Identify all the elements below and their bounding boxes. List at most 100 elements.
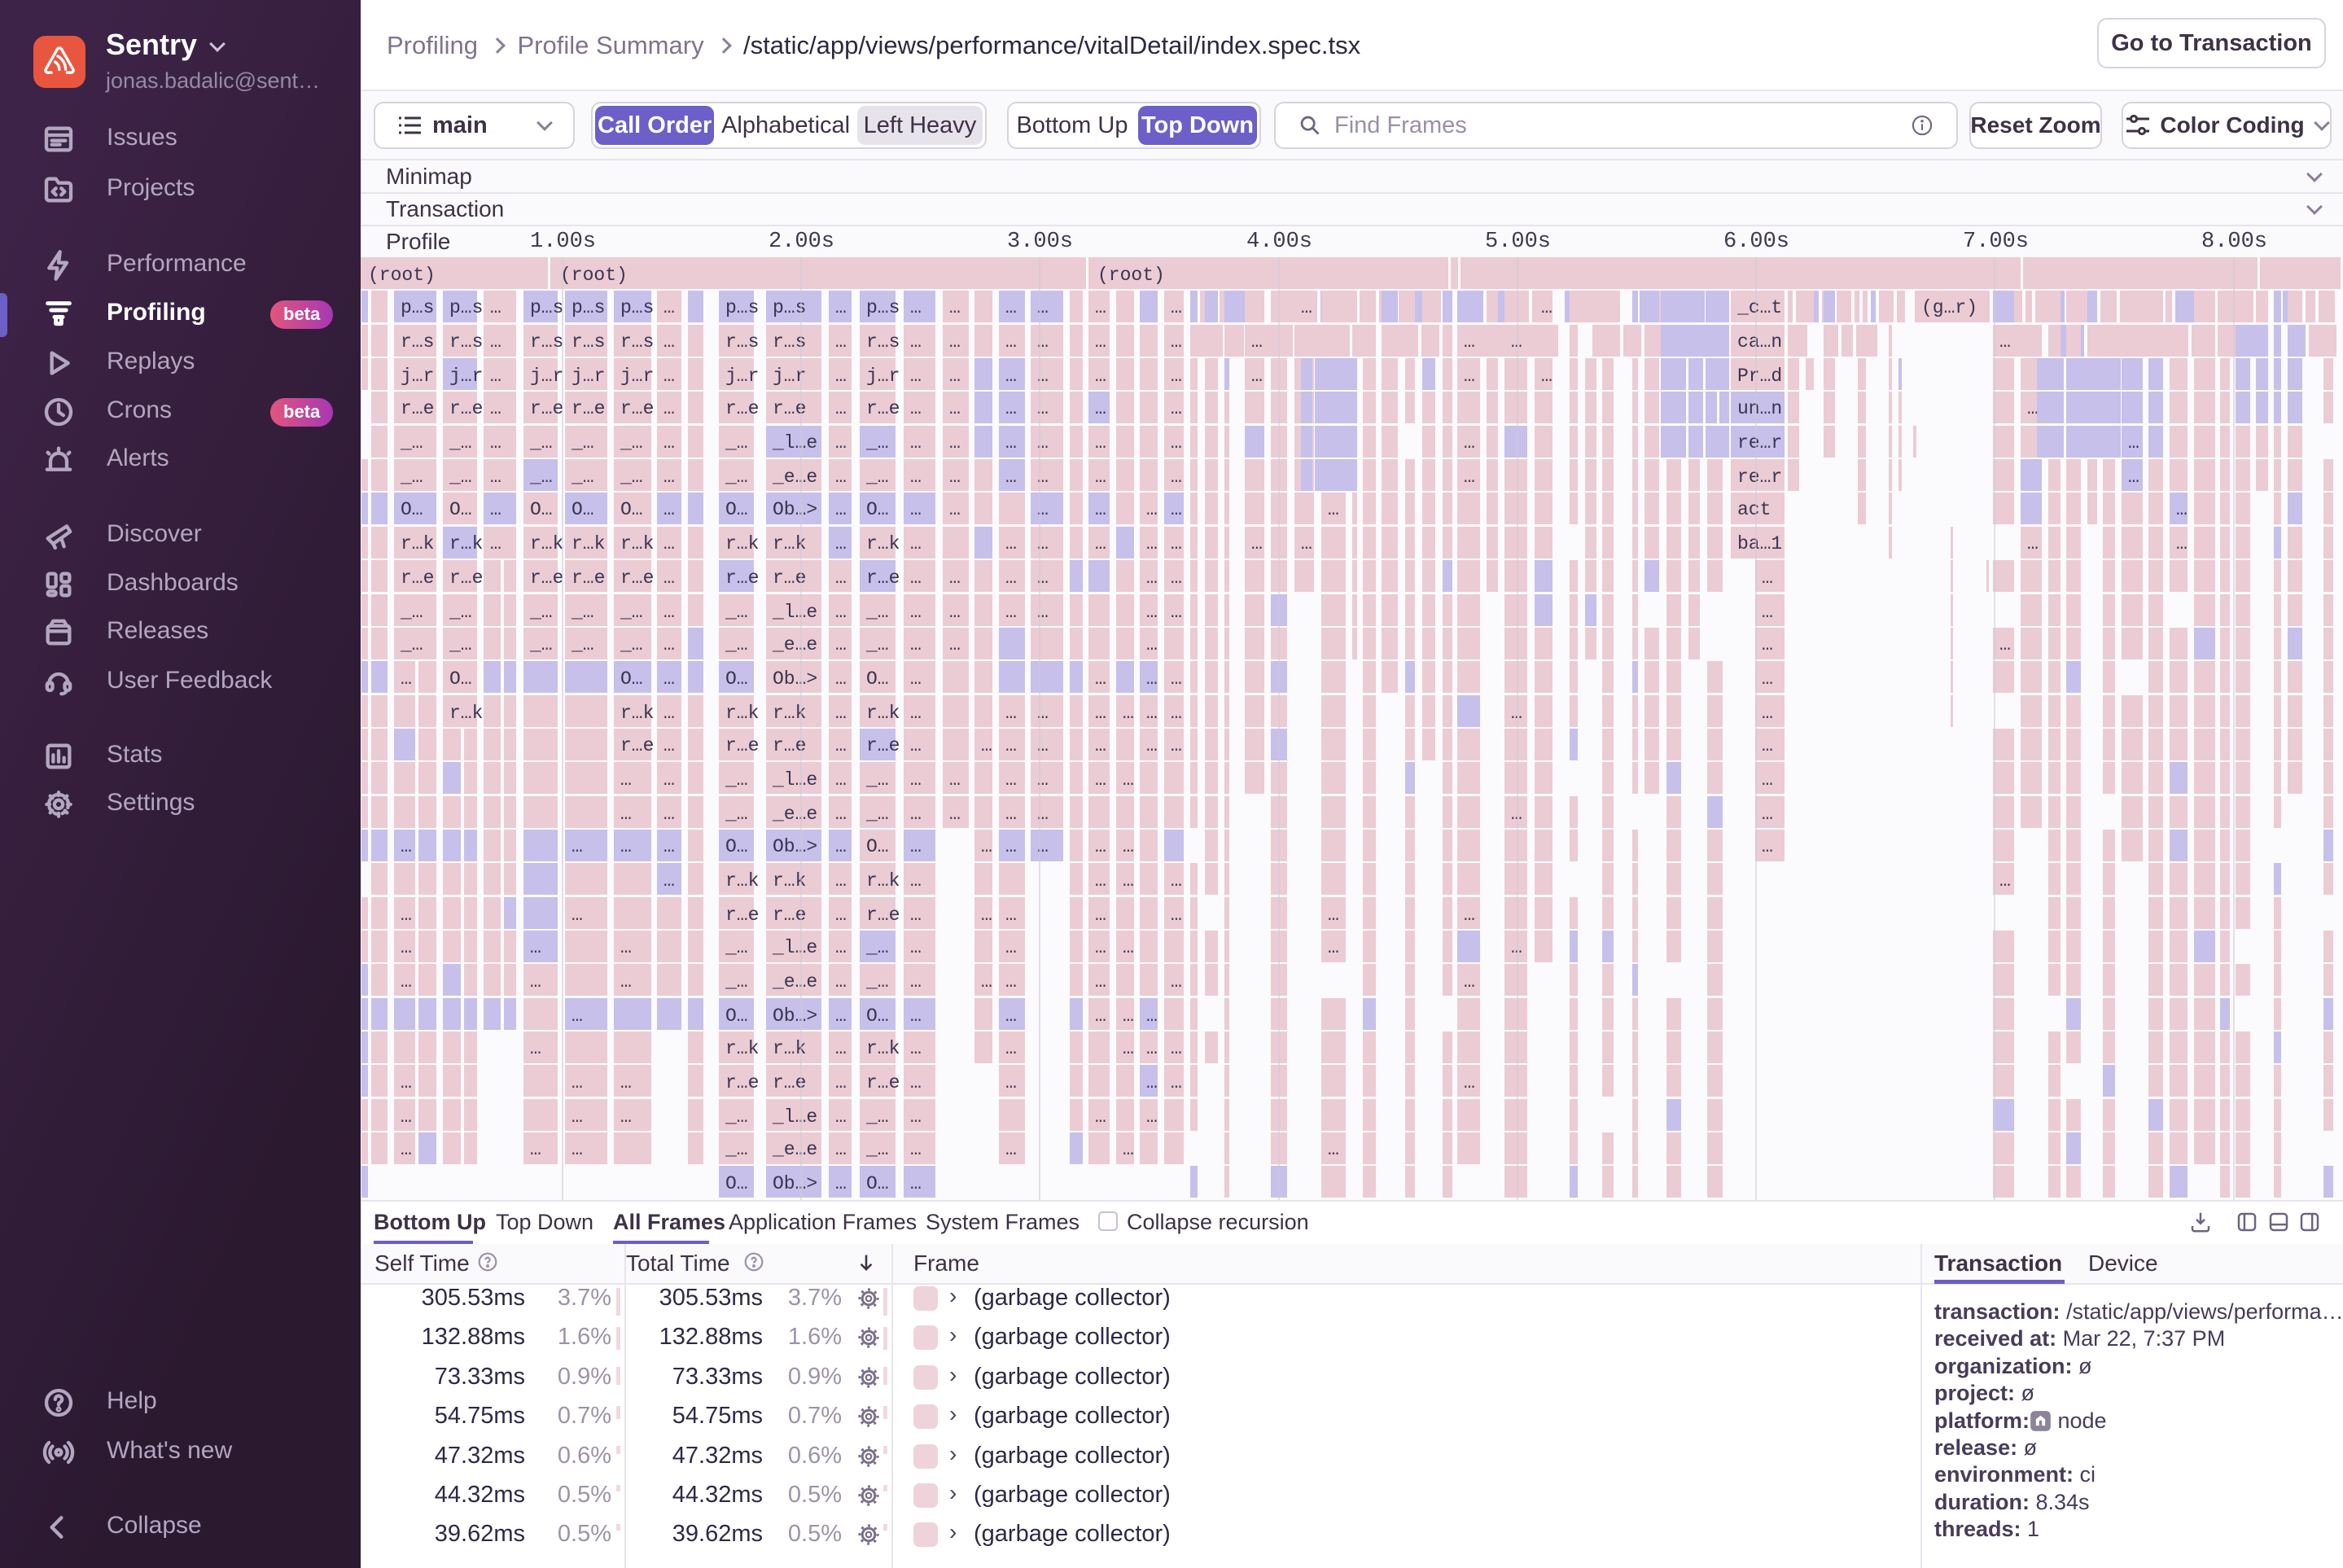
svg-text:…: … [490,297,501,318]
svg-text:…: … [1005,971,1017,992]
svg-text:…: … [1005,602,1017,623]
svg-text:…: … [2128,432,2139,453]
svg-text:…: … [1762,804,1773,825]
svg-text:…: … [663,466,675,488]
svg-text:…: … [1095,703,1106,724]
svg-text:…: … [1095,1005,1106,1027]
svg-text:…: … [1999,634,2011,655]
svg-text:r…e: r…e [449,567,483,589]
svg-text:r…k: r…k [725,1038,759,1059]
svg-text:…: … [1999,331,2011,353]
svg-text:…: … [663,567,675,589]
svg-text:…: … [949,634,961,655]
svg-text:_…: _… [725,971,748,992]
svg-text:…: … [663,297,675,318]
svg-text:…: … [949,602,961,623]
svg-text:…: … [835,870,847,891]
svg-text:…: … [910,1072,922,1093]
svg-text:…: … [1095,870,1106,891]
svg-text:_…: _… [620,634,643,655]
svg-text:Ob…>: Ob…> [773,836,817,857]
svg-text:…: … [1123,1005,1134,1027]
svg-text:O…: O… [725,1173,748,1194]
svg-text:…: … [835,331,847,353]
svg-text:…: … [1171,1072,1182,1093]
svg-text:…: … [981,971,992,992]
svg-text:…: … [663,366,675,387]
svg-text:…: … [949,331,961,353]
svg-text:…: … [1171,971,1182,992]
svg-text:…: … [910,870,922,891]
svg-text:…: … [1146,735,1158,756]
svg-text:r…e: r…e [620,735,654,756]
svg-text:…: … [910,398,922,419]
svg-text:O…: O… [725,668,748,690]
svg-text:…: … [1762,567,1773,589]
svg-text:r…e: r…e [725,735,759,756]
svg-text:…: … [949,804,961,825]
svg-text:_…: _… [571,602,594,623]
svg-text:_c…t: _c…t [1736,297,1782,318]
svg-text:r…k: r…k [725,533,759,554]
svg-text:…: … [530,1139,541,1160]
svg-text:r…e: r…e [620,567,654,589]
svg-text:_l…e: _l…e [772,1106,817,1128]
svg-text:…: … [1328,1139,1339,1160]
svg-text:…: … [490,366,501,387]
svg-text:…: … [1511,703,1522,724]
svg-text:…: … [572,836,583,857]
svg-text:…: … [620,804,632,825]
svg-text:j…r: j…r [866,366,900,387]
svg-text:_e…e: _e…e [772,634,817,655]
svg-text:r…e: r…e [866,735,900,756]
svg-text:…: … [1171,602,1182,623]
svg-text:…: … [1464,366,1475,387]
svg-text:…: … [910,703,922,724]
svg-text:_…: _… [449,466,472,488]
svg-text:j…r: j…r [449,366,483,387]
svg-text:r…e: r…e [401,567,434,589]
svg-text:r…e: r…e [866,567,900,589]
svg-text:…: … [910,1005,922,1027]
svg-text:_…: _… [725,1106,748,1128]
svg-text:…: … [910,432,922,453]
svg-text:_…: _… [725,634,748,655]
svg-text:…: … [1171,904,1182,926]
svg-text:…: … [620,1072,632,1093]
svg-text:…: … [910,499,922,520]
svg-text:…: … [1095,904,1106,926]
svg-text:…: … [1171,432,1182,453]
svg-text:_…: _… [865,1106,889,1128]
svg-text:…: … [663,499,675,520]
svg-text:…: … [1123,703,1134,724]
svg-text:p…s: p…s [449,297,483,318]
svg-text:…: … [1464,331,1475,353]
svg-text:r…k: r…k [866,703,900,724]
svg-text:…: … [910,602,922,623]
svg-text:…: … [572,1005,583,1027]
svg-text:_…: _… [725,804,748,825]
svg-text:…: … [1005,533,1017,554]
svg-text:_e…e: _e…e [772,466,817,488]
svg-text:…: … [910,836,922,857]
svg-text:…: … [949,432,961,453]
svg-text:…: … [1095,668,1106,690]
svg-text:…: … [1251,366,1263,387]
svg-text:…: … [1095,971,1106,992]
svg-text:…: … [663,398,675,419]
svg-text:…: … [663,533,675,554]
svg-text:…: … [949,499,961,520]
svg-text:…: … [401,668,412,690]
svg-text:…: … [981,904,992,926]
svg-text:…: … [1095,937,1106,958]
svg-text:…: … [835,1173,847,1194]
svg-text:O…: O… [530,499,553,520]
svg-text:…: … [1095,432,1106,453]
svg-text:…: … [620,1106,632,1128]
svg-text:_…: _… [449,432,472,453]
svg-text:…: … [835,466,847,488]
svg-text:r…k: r…k [866,533,900,554]
svg-text:…: … [663,870,675,891]
svg-text:O…: O… [866,499,889,520]
svg-text:…: … [2027,533,2039,554]
